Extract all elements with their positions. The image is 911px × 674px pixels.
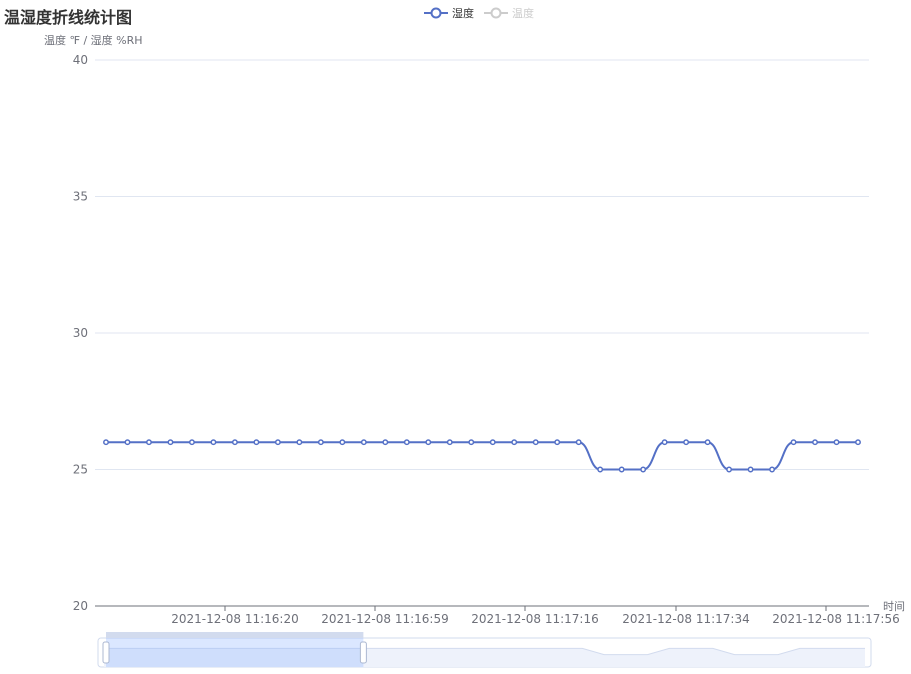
data-point [296,439,303,446]
data-point [403,439,410,446]
data-point [124,439,131,446]
data-point [360,439,367,446]
data-zoom-slider[interactable] [97,632,872,668]
data-point [747,466,754,473]
data-point [704,439,711,446]
data-point [597,466,604,473]
data-point [855,439,861,446]
x-tick-label: 2021-12-08 11:16:20 [171,612,298,626]
zoom-selection [106,638,364,667]
x-tick-label: 2021-12-08 11:17:16 [471,612,598,626]
data-point [317,439,324,446]
data-point [103,439,109,446]
data-point [575,439,582,446]
data-point [468,439,475,446]
y-tick-label: 35 [73,190,88,204]
data-point [253,439,260,446]
y-tick-label: 25 [73,463,88,477]
x-tick-label: 2021-12-08 11:16:59 [321,612,448,626]
y-tick-label: 30 [73,326,88,340]
x-axis: 2021-12-08 11:16:20 2021-12-08 11:16:59 20… [95,600,905,626]
x-axis-name: 时间 [883,600,905,613]
data-point [726,466,733,473]
data-point [274,439,281,446]
data-point [210,439,217,446]
data-point [683,439,690,446]
data-point [554,439,561,446]
y-tick-label: 20 [73,599,88,613]
data-point [790,439,797,446]
series-line [105,441,858,471]
data-point [231,439,238,446]
zoom-handle [102,641,110,664]
data-point [661,439,668,446]
data-point [489,439,496,446]
data-point [812,439,818,446]
y-tick-label: 40 [73,53,88,67]
x-tick-label: 2021-12-08 11:17:34 [622,612,749,626]
data-point [446,439,453,446]
data-point [339,439,346,446]
line-chart: 2025303540 2021-12-08 11:16:20 2021-12-08… [73,53,905,668]
zoom-move-bar [106,632,364,638]
zoom-handle [359,641,367,664]
x-tick-label: 2021-12-08 11:17:56 [772,612,899,626]
data-point [188,439,195,446]
data-point [382,439,389,446]
data-point [167,439,174,446]
series-humidity [103,439,861,473]
data-point [769,466,776,473]
grid [95,59,869,470]
data-point [833,439,840,446]
data-point [511,439,518,446]
data-point [425,439,432,446]
data-point [146,439,152,446]
data-point [618,466,625,473]
data-point [640,466,647,473]
data-point [532,439,539,446]
y-axis: 20 25 30 35 40 [73,53,88,613]
